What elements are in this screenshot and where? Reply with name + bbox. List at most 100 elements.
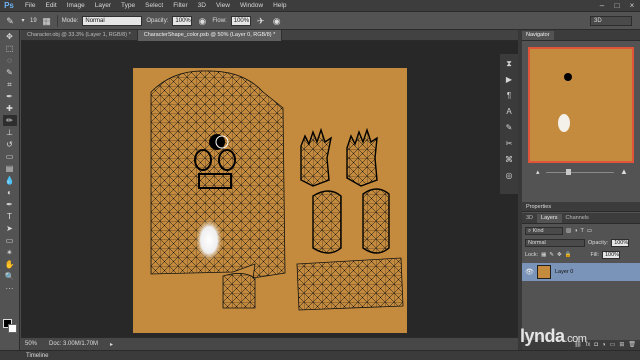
status-arrow-icon[interactable]: ▸ xyxy=(110,341,113,348)
tab-3d[interactable]: 3D xyxy=(522,214,537,223)
menu-window[interactable]: Window xyxy=(235,0,268,12)
folder-icon[interactable]: ▭ xyxy=(610,340,616,350)
healing-brush-tool-icon[interactable]: ✚ xyxy=(3,103,17,114)
zoom-out-icon[interactable]: ▴ xyxy=(536,168,540,176)
properties-panel-header[interactable]: Properties xyxy=(522,202,640,212)
history-brush-tool-icon[interactable]: ↺ xyxy=(3,139,17,150)
tab-layers[interactable]: Layers xyxy=(537,214,562,223)
trash-icon[interactable]: 🗑 xyxy=(628,340,636,350)
zoom-slider-knob[interactable] xyxy=(566,169,571,175)
right-panels: Navigator ▴ ▲ Properties 3D Layers Chann… xyxy=(522,30,640,350)
mask-icon[interactable]: ◘ xyxy=(594,340,598,350)
visibility-eye-icon[interactable]: 👁 xyxy=(525,268,534,276)
blend-mode-select[interactable]: Normal xyxy=(525,238,585,247)
clone-stamp-tool-icon[interactable]: ⊥ xyxy=(3,127,17,138)
lock-all-icon[interactable]: 🔒 xyxy=(565,252,572,258)
tools-icon[interactable]: ✂ xyxy=(502,138,516,150)
chevron-down-icon[interactable]: ▾ xyxy=(20,15,26,27)
navigator-thumbnail[interactable] xyxy=(528,47,634,163)
maximize-icon[interactable]: □ xyxy=(612,1,622,10)
collapsed-panels-column: ⧗ ▶ ¶ A ✎ ✂ ⌘ ◎ xyxy=(500,54,518,194)
tab-channels[interactable]: Channels xyxy=(562,214,593,223)
menu-layer[interactable]: Layer xyxy=(90,0,116,12)
brush-panel-icon[interactable]: ▦ xyxy=(41,15,53,27)
adjustment-icon[interactable]: ◑ xyxy=(602,340,606,350)
menu-edit[interactable]: Edit xyxy=(40,0,61,12)
move-tool-icon[interactable]: ✥ xyxy=(3,31,17,42)
background-color-swatch[interactable] xyxy=(8,324,17,333)
blur-tool-icon[interactable]: 💧 xyxy=(3,175,17,186)
zoom-slider[interactable] xyxy=(546,172,614,173)
canvas-area[interactable] xyxy=(21,41,518,337)
actions-icon[interactable]: ▶ xyxy=(502,74,516,86)
zoom-level[interactable]: 50% xyxy=(25,341,37,347)
timeline-panel-bar[interactable]: Timeline xyxy=(0,350,640,360)
flow-field[interactable]: 100% xyxy=(230,15,251,26)
clone-source-icon[interactable]: ⌘ xyxy=(502,154,516,166)
crop-tool-icon[interactable]: ⌗ xyxy=(3,79,17,90)
zoom-in-icon[interactable]: ▲ xyxy=(620,167,628,176)
flow-label: Flow: xyxy=(212,17,227,24)
eyedropper-tool-icon[interactable]: ✒ xyxy=(3,91,17,102)
new-layer-icon[interactable]: ⊞ xyxy=(619,340,624,350)
lock-label: Lock: xyxy=(525,251,539,258)
menu-filter[interactable]: Filter xyxy=(168,0,192,12)
brush-presets-icon[interactable]: ✎ xyxy=(502,122,516,134)
menu-type[interactable]: Type xyxy=(116,0,140,12)
tab-navigator[interactable]: Navigator xyxy=(522,31,554,40)
zoom-tool-icon[interactable]: 🔍 xyxy=(3,271,17,282)
menu-view[interactable]: View xyxy=(211,0,235,12)
layer-row-selected[interactable]: 👁 Layer 0 xyxy=(522,263,640,281)
ellipsis-icon[interactable]: ··· xyxy=(3,283,17,294)
menu-select[interactable]: Select xyxy=(140,0,168,12)
pressure-opacity-icon[interactable]: ◉ xyxy=(196,15,208,27)
menu-image[interactable]: Image xyxy=(62,0,90,12)
layer-opacity-field[interactable]: 100% xyxy=(611,238,630,247)
path-select-tool-icon[interactable]: ➤ xyxy=(3,223,17,234)
filter-pixel-icon[interactable]: ▨ xyxy=(566,228,571,234)
pressure-size-icon[interactable]: ◉ xyxy=(271,15,283,27)
history-icon[interactable]: ⧗ xyxy=(502,58,516,70)
shape-tool-icon[interactable]: ▭ xyxy=(3,235,17,246)
filter-type-icon[interactable]: T xyxy=(581,228,584,234)
gradient-tool-icon[interactable]: ▤ xyxy=(3,163,17,174)
layer-name[interactable]: Layer 0 xyxy=(555,269,573,275)
close-icon[interactable]: × xyxy=(627,1,637,10)
filter-shape-icon[interactable]: ▭ xyxy=(587,228,592,234)
hand-tool-icon[interactable]: ✋ xyxy=(3,259,17,270)
filter-adjust-icon[interactable]: ◑ xyxy=(574,228,577,234)
lock-fill-row: Lock: ▦ ✎ ✥ 🔒 Fill: 100% xyxy=(525,250,637,259)
marquee-tool-icon[interactable]: ⬚ xyxy=(3,43,17,54)
doc-tab-character-obj[interactable]: Character.obj @ 33.3% (Layer 1, RGB/8) * xyxy=(21,30,138,41)
quick-select-tool-icon[interactable]: ✎ xyxy=(3,67,17,78)
brush-tool-icon[interactable]: ✎ xyxy=(4,15,16,27)
doc-tab-charactershape-color[interactable]: CharacterShape_color.psb @ 50% (Layer 0,… xyxy=(137,30,283,41)
eraser-tool-icon[interactable]: ▭ xyxy=(3,151,17,162)
brush-tool-icon[interactable]: ✏ xyxy=(2,115,17,126)
opacity-field[interactable]: 100% xyxy=(172,15,193,26)
fx-icon[interactable]: fx xyxy=(586,340,591,350)
minimize-icon[interactable]: – xyxy=(597,1,607,10)
lock-pixels-icon[interactable]: ✎ xyxy=(549,252,554,258)
type-tool-icon[interactable]: T xyxy=(3,211,17,222)
lasso-tool-icon[interactable]: ◌ xyxy=(3,55,17,66)
menu-3d[interactable]: 3D xyxy=(193,0,211,12)
3d-tool-icon[interactable]: ✴ xyxy=(3,247,17,258)
brush-size-value[interactable]: 19 xyxy=(30,18,37,24)
uv-texture-document[interactable] xyxy=(133,68,407,333)
info-icon[interactable]: ◎ xyxy=(502,170,516,182)
menu-help[interactable]: Help xyxy=(268,0,291,12)
airbrush-icon[interactable]: ✈ xyxy=(255,15,267,27)
character-icon[interactable]: A xyxy=(502,106,516,118)
paragraph-icon[interactable]: ¶ xyxy=(502,90,516,102)
menu-file[interactable]: File xyxy=(20,0,40,12)
filter-kind-select[interactable]: ⌕ Kind xyxy=(525,226,563,235)
fill-field[interactable]: 100% xyxy=(602,250,620,259)
layer-filter-row: ⌕ Kind ▨ ◑ T ▭ xyxy=(525,226,637,235)
lock-transparent-icon[interactable]: ▦ xyxy=(541,252,546,258)
lock-position-icon[interactable]: ✥ xyxy=(557,252,562,258)
pen-tool-icon[interactable]: ✒ xyxy=(3,199,17,210)
workspace-select[interactable]: 3D xyxy=(590,16,632,26)
dodge-tool-icon[interactable]: ◐ xyxy=(3,187,17,198)
mode-select[interactable]: Normal xyxy=(82,15,143,26)
